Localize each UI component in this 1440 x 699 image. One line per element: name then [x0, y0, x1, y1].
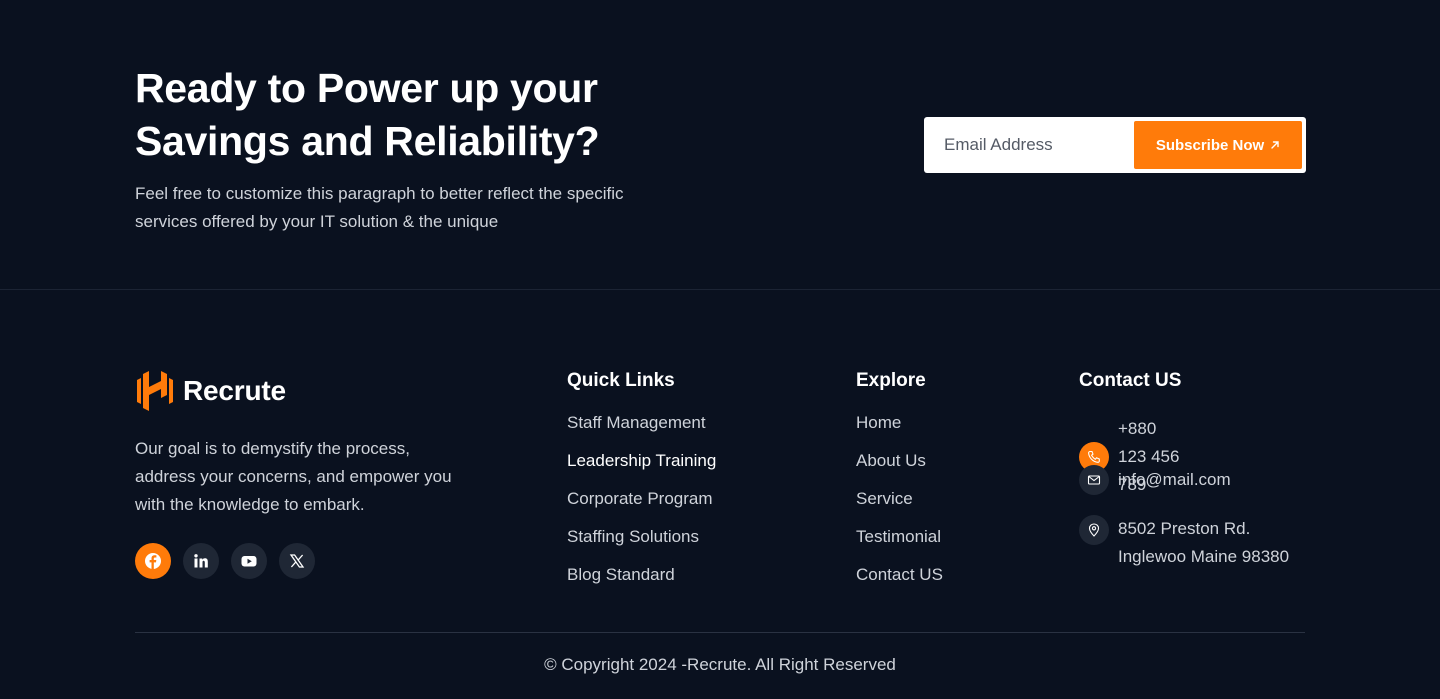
- explore-column: Explore Home About Us Service Testimonia…: [856, 370, 943, 602]
- quick-link-blog-standard[interactable]: Blog Standard: [567, 564, 716, 586]
- footer-brand[interactable]: Recrute: [135, 370, 286, 412]
- cta-section: Ready to Power up your Savings and Relia…: [0, 0, 1440, 290]
- x-twitter-link[interactable]: [279, 543, 315, 579]
- explore-link-about-us[interactable]: About Us: [856, 450, 943, 472]
- quick-links-list: Staff Management Leadership Training Cor…: [567, 412, 716, 586]
- contact-title: Contact US: [1079, 370, 1182, 391]
- youtube-link[interactable]: [231, 543, 267, 579]
- arrow-up-right-icon: [1271, 141, 1279, 149]
- linkedin-link[interactable]: [183, 543, 219, 579]
- social-links: [135, 543, 315, 579]
- subscribe-button-label: Subscribe Now: [1155, 136, 1265, 154]
- explore-link-testimonial[interactable]: Testimonial: [856, 526, 943, 548]
- quick-link-staff-management[interactable]: Staff Management: [567, 412, 716, 434]
- linkedin-icon: [194, 554, 208, 568]
- footer-divider: [135, 632, 1305, 633]
- subscribe-button[interactable]: Subscribe Now: [1134, 121, 1302, 169]
- brand-description: Our goal is to demystify the process, ad…: [135, 439, 452, 514]
- cta-title: Ready to Power up your Savings and Relia…: [135, 65, 600, 164]
- quick-links-title: Quick Links: [567, 370, 675, 391]
- quick-link-leadership-training[interactable]: Leadership Training: [567, 450, 716, 472]
- email-input[interactable]: [924, 117, 1129, 173]
- contact-address-text: 8502 Preston Rd. Inglewoo Maine 98380: [1118, 519, 1290, 566]
- contact-email-text: info@mail.com: [1118, 470, 1231, 489]
- subscribe-form: Subscribe Now: [924, 117, 1306, 173]
- facebook-link[interactable]: [135, 543, 171, 579]
- contact-email[interactable]: info@mail.com: [1079, 465, 1231, 495]
- explore-list: Home About Us Service Testimonial Contac…: [856, 412, 943, 586]
- cta-text: Feel free to customize this paragraph to…: [135, 184, 624, 231]
- youtube-icon: [241, 556, 257, 567]
- copyright-text: © Copyright 2024 -Recrute. All Right Res…: [544, 655, 896, 674]
- explore-title: Explore: [856, 370, 926, 391]
- contact-address: 8502 Preston Rd. Inglewoo Maine 98380: [1079, 515, 1319, 571]
- explore-link-service[interactable]: Service: [856, 488, 943, 510]
- facebook-icon: [145, 553, 161, 569]
- quick-link-staffing-solutions[interactable]: Staffing Solutions: [567, 526, 716, 548]
- recrute-logo-icon: [137, 371, 173, 411]
- location-pin-icon: [1079, 515, 1109, 545]
- quick-link-corporate-program[interactable]: Corporate Program: [567, 488, 716, 510]
- x-icon: [289, 554, 305, 568]
- quick-links-column: Quick Links Staff Management Leadership …: [567, 370, 716, 602]
- brand-name: Recrute: [183, 375, 286, 406]
- explore-link-contact-us[interactable]: Contact US: [856, 564, 943, 586]
- explore-link-home[interactable]: Home: [856, 412, 943, 434]
- contact-column: Contact US +880 123 456 789 info@mail.co…: [1079, 370, 1289, 566]
- mail-icon: [1079, 465, 1109, 495]
